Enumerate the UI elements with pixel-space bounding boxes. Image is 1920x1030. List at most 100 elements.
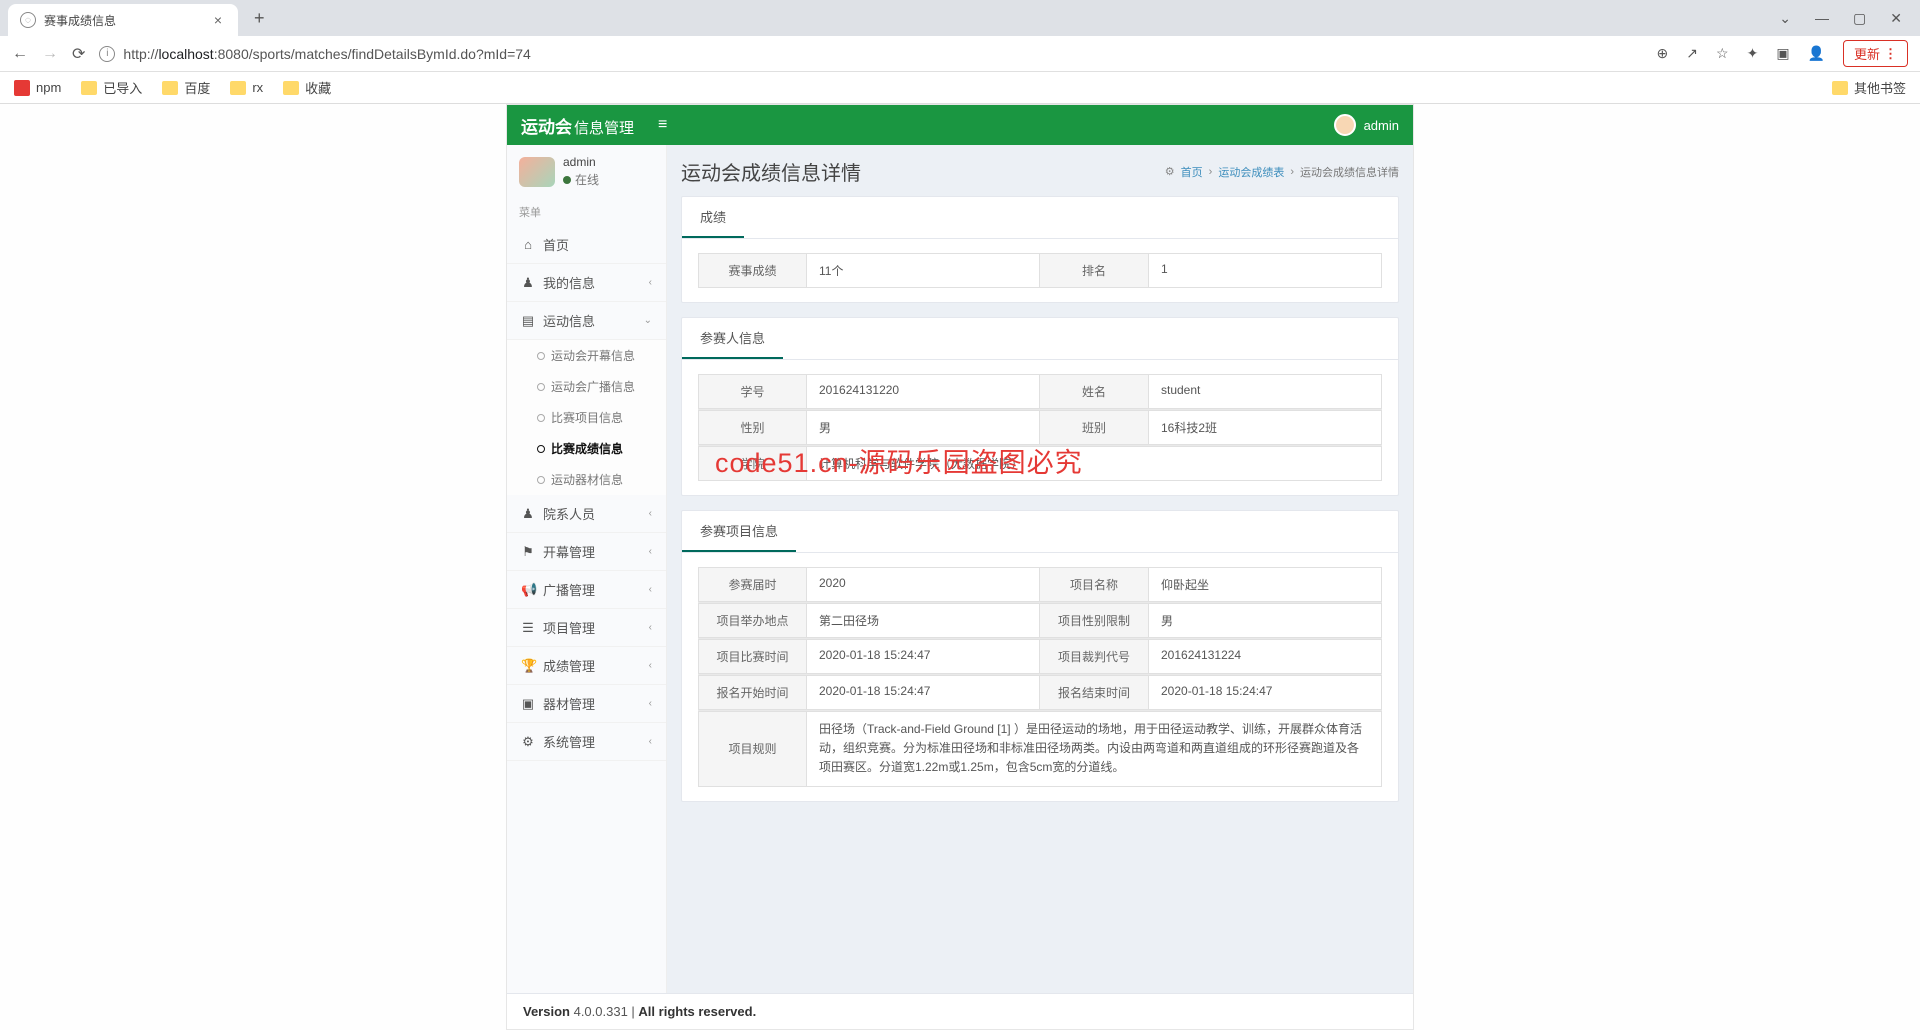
minimize-icon[interactable]: — xyxy=(1815,10,1829,27)
bc-list[interactable]: 运动会成绩表 xyxy=(1218,164,1284,180)
main-content: code51.cn-源码乐园盗图必究 运动会成绩信息详情 ⚙ 首页 › 运动会成… xyxy=(667,145,1413,993)
close-icon[interactable]: × xyxy=(210,12,226,28)
maximize-icon[interactable]: ▢ xyxy=(1853,10,1866,27)
app-body: admin 在线 菜单 ⌂首页 ♟我的信息‹ ▤运动信息⌄ 运动会开幕信息 运动… xyxy=(507,145,1413,993)
chevron-left-icon: ‹ xyxy=(649,508,652,519)
sidebar-item-system[interactable]: ⚙系统管理‹ xyxy=(507,723,666,761)
flag-icon: ⚑ xyxy=(521,544,535,560)
event-name-label: 项目名称 xyxy=(1040,567,1148,602)
share-icon[interactable]: ↗ xyxy=(1686,45,1698,62)
player-name-label: 姓名 xyxy=(1040,374,1148,409)
sidebar-item-equipment[interactable]: ▣器材管理‹ xyxy=(507,685,666,723)
sidebar-item-project[interactable]: ☰项目管理‹ xyxy=(507,609,666,647)
app-header: 运动会信息管理 ≡ admin xyxy=(507,105,1413,145)
event-time-value: 2020-01-18 15:24:47 xyxy=(806,639,1040,674)
bookmark-rx[interactable]: rx xyxy=(230,80,263,95)
chevron-left-icon: ‹ xyxy=(649,622,652,633)
menu-toggle-icon[interactable]: ≡ xyxy=(658,116,667,134)
window-close-icon[interactable]: ✕ xyxy=(1890,10,1902,27)
bookmark-icon[interactable]: ☆ xyxy=(1716,45,1729,62)
avatar-icon xyxy=(1334,114,1356,136)
submenu-event[interactable]: 比赛项目信息 xyxy=(507,402,666,433)
event-name-value: 仰卧起坐 xyxy=(1148,567,1382,602)
event-judge-value: 201624131224 xyxy=(1148,639,1382,674)
megaphone-icon: 📢 xyxy=(521,582,535,598)
search-icon[interactable]: ⊕ xyxy=(1657,45,1669,62)
bookmark-imported[interactable]: 已导入 xyxy=(81,78,142,97)
header-user[interactable]: admin xyxy=(1334,114,1399,136)
chart-icon: ▤ xyxy=(521,313,535,329)
tab-title: 赛事成绩信息 xyxy=(44,12,210,29)
submenu-result[interactable]: 比赛成绩信息 xyxy=(507,433,666,464)
user-name: admin xyxy=(563,155,599,169)
chevron-left-icon: ‹ xyxy=(649,736,652,747)
info-icon[interactable]: i xyxy=(99,46,115,62)
bookmark-npm[interactable]: npm xyxy=(14,80,61,96)
list-icon: ☰ xyxy=(521,620,535,636)
bookmark-baidu[interactable]: 百度 xyxy=(162,78,210,97)
event-judge-label: 项目裁判代号 xyxy=(1040,639,1148,674)
event-gender-label: 项目性别限制 xyxy=(1040,603,1148,638)
sidebar-item-myinfo[interactable]: ♟我的信息‹ xyxy=(507,264,666,302)
menu-header: 菜单 xyxy=(507,198,666,226)
dropdown-icon[interactable]: ⌄ xyxy=(1779,10,1791,27)
circle-icon xyxy=(537,383,545,391)
chevron-left-icon: ‹ xyxy=(649,660,652,671)
event-gender-value: 男 xyxy=(1148,603,1382,638)
submenu-opening[interactable]: 运动会开幕信息 xyxy=(507,340,666,371)
sidebar-item-opening[interactable]: ⚑开幕管理‹ xyxy=(507,533,666,571)
trophy-icon: 🏆 xyxy=(521,658,535,674)
sidebar-item-broadcast[interactable]: 📢广播管理‹ xyxy=(507,571,666,609)
tab-event[interactable]: 参赛项目信息 xyxy=(682,511,796,552)
chevron-left-icon: ‹ xyxy=(649,584,652,595)
tab-player[interactable]: 参赛人信息 xyxy=(682,318,783,359)
breadcrumb: ⚙ 首页 › 运动会成绩表 › 运动会成绩信息详情 xyxy=(1165,164,1399,180)
app-logo[interactable]: 运动会信息管理 xyxy=(521,113,634,138)
reload-button[interactable]: ⟳ xyxy=(72,44,85,64)
users-icon: ♟ xyxy=(521,506,535,522)
circle-icon xyxy=(537,476,545,484)
version-label: Version xyxy=(523,1004,570,1019)
player-sid-value: 201624131220 xyxy=(806,374,1040,409)
sidebar-item-home[interactable]: ⌂首页 xyxy=(507,226,666,264)
sidebar-item-score[interactable]: 🏆成绩管理‹ xyxy=(507,647,666,685)
update-button[interactable]: 更新 ⋮ xyxy=(1843,40,1908,67)
score-result-value: 11个 xyxy=(806,253,1040,288)
submenu-sportinfo: 运动会开幕信息 运动会广播信息 比赛项目信息 比赛成绩信息 运动器材信息 xyxy=(507,340,666,495)
score-rank-value: 1 xyxy=(1148,253,1382,288)
forward-button[interactable]: → xyxy=(42,45,58,63)
content-header: 运动会成绩信息详情 ⚙ 首页 › 运动会成绩表 › 运动会成绩信息详情 xyxy=(681,157,1399,186)
user-status: 在线 xyxy=(563,171,599,188)
bc-home[interactable]: 首页 xyxy=(1181,164,1203,180)
sidepanel-icon[interactable]: ▣ xyxy=(1776,45,1789,62)
circle-icon xyxy=(537,414,545,422)
user-avatar xyxy=(519,157,555,187)
event-venue-value: 第二田径场 xyxy=(806,603,1040,638)
extensions-icon[interactable]: ✦ xyxy=(1747,45,1759,62)
tab-score[interactable]: 成绩 xyxy=(682,197,744,238)
sidebar-item-staff[interactable]: ♟院系人员‹ xyxy=(507,495,666,533)
address-bar[interactable]: i http://localhost:8080/sports/matches/f… xyxy=(99,46,1642,62)
other-bookmarks[interactable]: 其他书签 xyxy=(1832,78,1906,97)
back-button[interactable]: ← xyxy=(12,45,28,63)
box-icon: ▣ xyxy=(521,696,535,712)
panel-event: 参赛项目信息 参赛届时2020 项目名称仰卧起坐 项目举办地点第二田径场 项目性… xyxy=(681,510,1399,802)
player-college-label: 学院 xyxy=(698,446,806,481)
sidebar-item-sportinfo[interactable]: ▤运动信息⌄ xyxy=(507,302,666,340)
bookmark-fav[interactable]: 收藏 xyxy=(283,78,331,97)
submenu-equip[interactable]: 运动器材信息 xyxy=(507,464,666,495)
user-panel: admin 在线 xyxy=(507,145,666,198)
globe-icon: ◌ xyxy=(20,12,36,28)
new-tab-button[interactable]: + xyxy=(248,8,271,29)
player-gender-label: 性别 xyxy=(698,410,806,445)
browser-tab[interactable]: ◌ 赛事成绩信息 × xyxy=(8,4,238,36)
event-rules-label: 项目规则 xyxy=(698,711,806,787)
url-text: http://localhost:8080/sports/matches/fin… xyxy=(123,46,530,62)
circle-icon xyxy=(537,445,545,453)
score-result-label: 赛事成绩 xyxy=(698,253,806,288)
submenu-broadcast[interactable]: 运动会广播信息 xyxy=(507,371,666,402)
panel-player: 参赛人信息 学号201624131220 姓名student 性别男 班别16科… xyxy=(681,317,1399,496)
player-college-value: 计算机科学与软件学院（大数据学院） xyxy=(806,446,1382,481)
event-venue-label: 项目举办地点 xyxy=(698,603,806,638)
profile-icon[interactable]: 👤 xyxy=(1808,45,1825,62)
